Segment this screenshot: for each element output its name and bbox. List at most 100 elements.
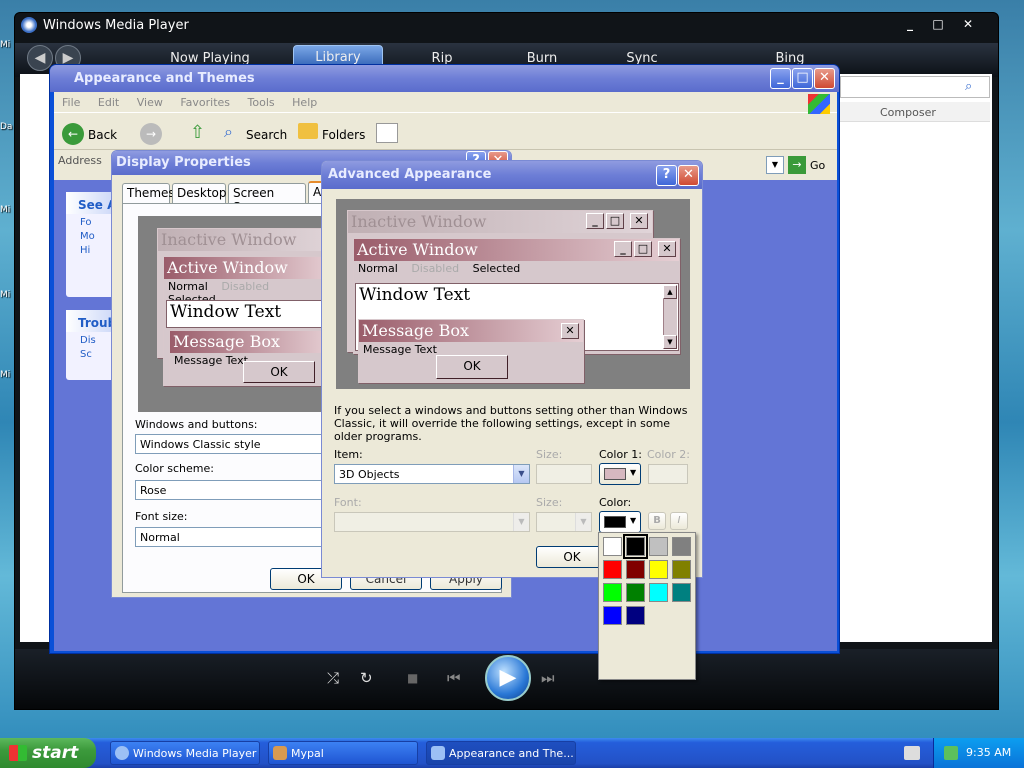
tab-desktop[interactable]: Desktop [172,183,227,203]
menu-disabled: Disabled [221,280,270,293]
color-swatch[interactable] [649,537,668,556]
windows-buttons-label: Windows and buttons: [135,418,258,431]
menu-edit[interactable]: Edit [98,96,119,109]
up-folder-icon[interactable]: ⇧ [190,122,205,143]
font-color-picker-button[interactable]: ▼ [599,511,641,533]
desktop-icon-label[interactable]: Mi [0,205,10,215]
search-button[interactable]: Search [246,128,287,142]
color-swatch[interactable] [649,560,668,579]
chevron-down-icon: ▼ [575,513,591,531]
desktop-icon-label[interactable]: Mi [0,290,10,300]
back-button[interactable]: Back [88,128,117,142]
maximize-button[interactable]: □ [792,68,813,89]
mypal-taskbar-icon [273,746,287,760]
appearance-taskbar-icon [431,746,445,760]
preview-scrollbar: ▲ ▼ [663,285,677,349]
color-label: Color: [599,496,632,509]
font-size-select[interactable]: Normal [135,527,335,547]
desktop-icon-label[interactable]: Da [0,122,12,132]
maximize-icon[interactable]: □ [925,16,951,33]
close-button[interactable]: ✕ [814,68,835,89]
menu-help[interactable]: Help [292,96,317,109]
keyboard-icon[interactable] [904,746,920,760]
close-button[interactable]: ✕ [678,165,699,186]
close-icon[interactable]: ✕ [955,16,981,33]
color1-picker-button[interactable]: ▼ [599,463,641,485]
explorer-title: Appearance and Themes [74,71,255,86]
color-swatch[interactable] [603,560,622,579]
message-box-caption: Message Box [170,331,332,353]
task-label: Windows Media Player [133,747,257,760]
color-swatch[interactable] [649,583,668,602]
clock[interactable]: 9:35 AM [966,746,1011,759]
go-arrow-icon[interactable]: → [788,156,806,174]
windows-logo-icon [808,94,830,114]
start-button[interactable]: start [0,738,96,768]
system-tray: 9:35 AM [933,738,1024,768]
explorer-titlebar[interactable]: Appearance and Themes [50,65,839,92]
chevron-down-icon[interactable]: ▼ [513,465,529,483]
font-label: Font: [334,496,362,509]
minimize-icon[interactable]: _ [897,16,923,33]
windows-buttons-select[interactable]: Windows Classic style [135,434,335,454]
preview-ok-button: OK [243,361,315,383]
chevron-down-icon: ▼ [513,513,529,531]
taskbar: start Windows Media Player Mypal Appeara… [0,738,1024,768]
folders-button[interactable]: Folders [322,128,365,142]
back-icon[interactable]: ← [62,123,84,145]
menu-disabled: Disabled [411,262,460,275]
forward-icon[interactable]: → [140,123,162,145]
menu-favorites[interactable]: Favorites [180,96,230,109]
desktop-icon-label[interactable]: Mi [0,40,10,50]
menu-bar: File Edit View Favorites Tools Help [54,92,837,112]
font-select: ▼ [334,512,530,532]
tab-themes[interactable]: Themes [122,183,175,203]
color-swatch[interactable] [626,606,645,625]
previous-icon[interactable]: ⏮ [447,669,461,687]
menu-file[interactable]: File [62,96,80,109]
color-swatch[interactable] [626,583,645,602]
taskbar-item-appearance[interactable]: Appearance and The... [426,741,576,765]
windows-buttons-value: Windows Classic style [140,438,261,451]
taskbar-item-mypal[interactable]: Mypal [268,741,418,765]
color-swatch[interactable] [603,606,622,625]
color-swatch[interactable] [603,537,622,556]
maximize-icon: □ [634,241,652,257]
help-icon[interactable]: ? [656,165,677,186]
taskbar-item-wmp[interactable]: Windows Media Player [110,741,260,765]
search-icon[interactable]: ⌕ [224,122,233,142]
color-scheme-select[interactable]: Rose [135,480,335,500]
color-swatch[interactable] [603,583,622,602]
search-input[interactable]: ⌕ [840,76,990,98]
task-label: Appearance and The... [449,747,574,760]
stop-icon[interactable]: ■ [407,671,418,685]
repeat-icon[interactable]: ↻ [360,669,373,687]
color-swatch[interactable] [672,537,691,556]
go-button[interactable]: Go [810,159,825,172]
wmp-title: Windows Media Player [43,18,189,33]
desktop-icon-label[interactable]: Mi [0,370,10,380]
column-header-composer[interactable]: Composer [840,102,990,122]
advanced-appearance-titlebar[interactable]: Advanced Appearance [322,161,702,189]
item-select[interactable]: 3D Objects ▼ [334,464,530,484]
menu-selected: Selected [472,262,521,275]
address-dropdown-icon[interactable]: ▼ [766,156,784,174]
color-swatch[interactable] [672,560,691,579]
color-swatch[interactable] [623,534,648,559]
shuffle-icon[interactable]: ⤮ [327,669,339,687]
wmp-titlebar[interactable]: Windows Media Player [15,13,998,37]
play-button[interactable]: ▶ [485,655,531,701]
task-label: Mypal [291,747,324,760]
views-icon[interactable] [376,123,398,143]
color-swatch[interactable] [626,560,645,579]
advanced-appearance-title: Advanced Appearance [328,167,492,182]
next-icon[interactable]: ⏭ [541,669,555,687]
menu-view[interactable]: View [137,96,163,109]
menu-tools[interactable]: Tools [248,96,275,109]
color-swatch[interactable] [672,583,691,602]
network-icon[interactable] [944,746,958,760]
search-icon[interactable]: ⌕ [965,79,972,94]
tab-screen-saver[interactable]: Screen Saver [228,183,306,214]
folders-icon[interactable] [298,123,318,139]
minimize-button[interactable]: _ [770,68,791,89]
